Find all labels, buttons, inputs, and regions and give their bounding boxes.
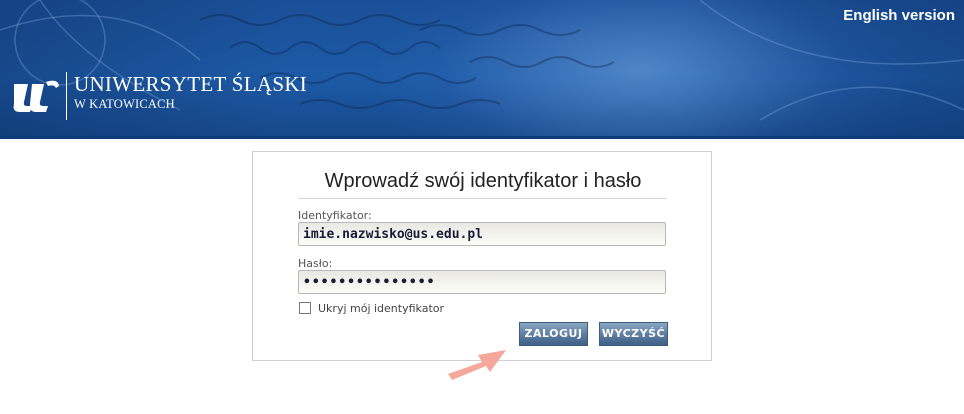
username-label: Identyfikator: [298,209,372,222]
login-panel: Wprowadź swój identyfikator i hasło Iden… [252,151,712,361]
hide-identifier-checkbox[interactable] [299,302,311,314]
university-logo-icon [13,80,59,112]
banner-bottom-line [0,136,964,139]
login-title: Wprowadź swój identyfikator i hasło [324,170,642,192]
password-label: Hasło: [298,257,333,270]
password-input[interactable] [298,270,666,294]
hide-identifier-label: Ukryj mój identyfikator [318,302,445,315]
clear-button[interactable]: WYCZYŚĆ [599,322,668,346]
handwriting-background [0,0,964,121]
logo-title: UNIWERSYTET ŚLĄSKI [74,72,308,96]
header-banner: English version UNIWERSYTET ŚLĄSKI W KAT… [0,0,964,139]
logo-subtitle: W KATOWICACH [74,97,175,111]
login-button[interactable]: ZALOGUJ [519,322,588,346]
title-divider [298,198,667,199]
logo-separator [66,72,67,120]
username-input[interactable] [298,222,666,246]
english-version-link[interactable]: English version [843,7,955,24]
pointer-arrow-icon [448,350,506,380]
